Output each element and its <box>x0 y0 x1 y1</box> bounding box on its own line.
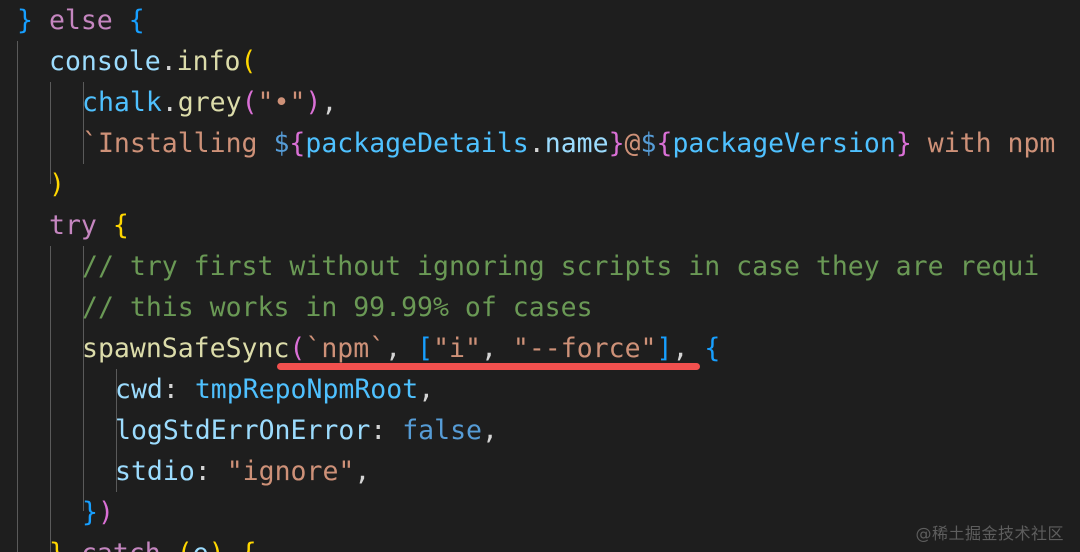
token-keyword-try: try <box>49 210 97 241</box>
token-comma: , <box>385 333 402 364</box>
token-template-suffix: with npm <box>911 128 1056 159</box>
token-arg-force: "--force" <box>512 333 657 364</box>
code-line-8-comment[interactable]: // this works in 99.99% of cases <box>82 287 593 328</box>
code-line-6[interactable]: try { <box>49 205 129 246</box>
token-expr-name: name <box>544 128 609 159</box>
code-line-13[interactable]: }) <box>82 492 114 533</box>
token-dot: . <box>528 128 545 159</box>
token-value-tmpreponpmroot: tmpRepoNpmRoot <box>194 374 419 405</box>
token-keyword-else: else <box>48 5 113 36</box>
token-paren-open: ( <box>241 87 258 118</box>
code-line-12[interactable]: stdio: "ignore", <box>115 451 370 492</box>
token-string-bullet: "•" <box>257 87 306 118</box>
token-comma: , <box>672 333 689 364</box>
token-paren-close: ) <box>209 538 225 552</box>
code-line-5[interactable]: ) <box>49 164 65 205</box>
token-dot: . <box>161 87 178 118</box>
token-colon: : <box>162 374 179 405</box>
code-editor-viewport: } else { console.info( chalk.grey("•"), … <box>0 0 1080 552</box>
token-value-ignore: "ignore" <box>226 456 355 487</box>
token-paren-open: ( <box>177 538 193 552</box>
token-function-spawnsafesync: spawnSafeSync <box>82 333 290 364</box>
token-brace-close: } <box>49 538 65 552</box>
token-brace-close: } <box>17 5 33 36</box>
code-line-14[interactable]: } catch (e) { <box>49 533 257 552</box>
token-brace-open: { <box>128 5 145 36</box>
token-key-logstderronerror: logStdErrOnError <box>115 415 371 446</box>
code-line-11[interactable]: logStdErrOnError: false, <box>115 410 498 451</box>
token-param-e: e <box>193 538 209 552</box>
token-object-chalk: chalk <box>82 87 162 118</box>
token-interp-brace-close-2: } <box>895 128 912 159</box>
token-brace-close: } <box>82 497 98 528</box>
token-bracket-open: [ <box>417 333 434 364</box>
token-value-false: false <box>402 415 482 446</box>
token-arg-i: "i" <box>433 333 481 364</box>
token-expr-packagedetails: packageDetails <box>305 128 529 159</box>
token-brace-open: { <box>241 538 257 552</box>
token-method-info: info <box>176 46 241 77</box>
token-arg-npm: `npm` <box>305 333 386 364</box>
code-line-4[interactable]: `Installing ${packageDetails.name}@${pac… <box>82 123 1055 164</box>
token-paren-close: ) <box>97 497 114 528</box>
token-interp-brace-open-1: { <box>289 128 306 159</box>
token-comma: , <box>418 374 435 405</box>
token-comma: , <box>321 87 338 118</box>
token-dot: . <box>160 46 177 77</box>
token-template-prefix: `Installing <box>82 128 274 159</box>
token-interp-brace-open-2: { <box>656 128 673 159</box>
token-key-cwd: cwd <box>115 374 163 405</box>
token-brace-open: { <box>112 210 129 241</box>
token-at-sign: @ <box>624 128 641 159</box>
red-underline-annotation <box>277 363 700 370</box>
token-paren-open: ( <box>289 333 306 364</box>
code-line-2[interactable]: console.info( <box>49 41 256 82</box>
token-dollar-2: $ <box>640 128 657 159</box>
code-line-7-comment[interactable]: // try first without ignoring scripts in… <box>82 246 1039 287</box>
token-interp-brace-close-1: } <box>608 128 625 159</box>
token-keyword-catch: catch <box>81 538 161 552</box>
token-comma: , <box>354 456 371 487</box>
token-brace-open: { <box>704 333 721 364</box>
token-paren-open: ( <box>240 46 257 77</box>
code-line-3[interactable]: chalk.grey("•"), <box>82 82 337 123</box>
code-line-10[interactable]: cwd: tmpRepoNpmRoot, <box>115 369 434 410</box>
token-comma: , <box>480 333 497 364</box>
code-line-1[interactable]: } else { <box>17 0 145 41</box>
token-colon: : <box>194 456 211 487</box>
token-paren-close: ) <box>49 169 65 200</box>
token-paren-close: ) <box>305 87 322 118</box>
code-text-layer[interactable]: } else { console.info( chalk.grey("•"), … <box>0 0 1080 552</box>
token-comma: , <box>482 415 498 446</box>
token-key-stdio: stdio <box>115 456 195 487</box>
token-dollar-1: $ <box>273 128 290 159</box>
token-expr-packageversion: packageVersion <box>672 128 896 159</box>
token-object-console: console <box>49 46 161 77</box>
token-colon: : <box>370 415 387 446</box>
watermark-text: @稀土掘金技术社区 <box>915 524 1064 543</box>
token-method-grey: grey <box>177 87 242 118</box>
token-bracket-close: ] <box>656 333 673 364</box>
